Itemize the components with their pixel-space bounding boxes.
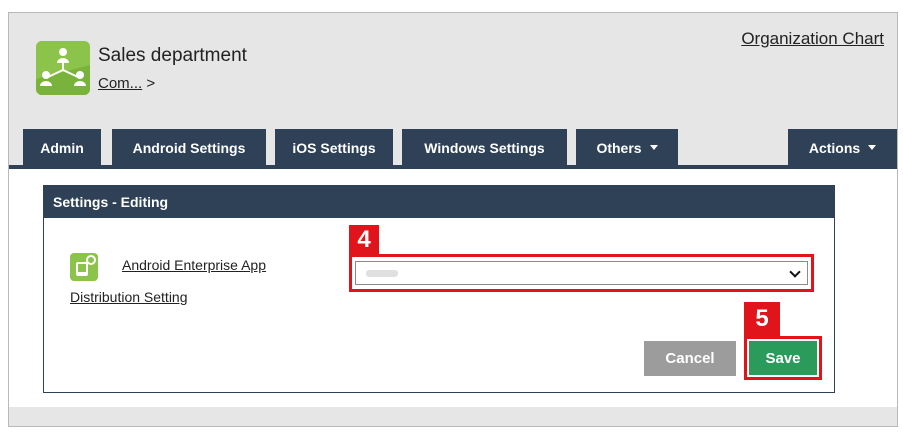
panel-title: Settings - Editing <box>44 186 834 218</box>
save-button[interactable]: Save <box>749 341 817 375</box>
breadcrumb-link[interactable]: Com... <box>98 75 142 92</box>
tab-windows-settings[interactable]: Windows Settings <box>402 129 567 166</box>
tab-label: Actions <box>808 139 861 156</box>
tab-label: Admin <box>40 139 84 156</box>
chevron-down-icon <box>789 266 801 278</box>
tab-label: Windows Settings <box>424 139 545 156</box>
breadcrumb: Com... > <box>98 75 155 92</box>
tab-ios-settings[interactable]: iOS Settings <box>275 129 393 166</box>
setting-name-link[interactable]: Android Enterprise App <box>122 257 266 273</box>
step-5-badge: 5 <box>744 302 780 336</box>
app-distribution-icon <box>70 253 98 281</box>
tab-others[interactable]: Others <box>576 129 678 166</box>
tab-label: iOS Settings <box>292 139 376 156</box>
page-title: Sales department <box>98 45 247 66</box>
caret-down-icon <box>868 145 877 150</box>
tab-android-settings[interactable]: Android Settings <box>112 129 266 166</box>
caret-down-icon <box>649 145 658 150</box>
tab-label: Others <box>596 139 642 156</box>
actions-menu[interactable]: Actions <box>788 129 897 166</box>
select-placeholder-value <box>366 270 398 277</box>
setting-name-link-continued[interactable]: Distribution Setting <box>70 289 188 305</box>
tab-label: Android Settings <box>132 139 246 156</box>
step-4-badge: 4 <box>349 225 379 254</box>
distribution-setting-select[interactable] <box>355 261 808 285</box>
breadcrumb-separator: > <box>146 75 156 92</box>
organization-chart-link[interactable]: Organization Chart <box>741 29 884 49</box>
organization-tree-icon <box>36 41 90 95</box>
tab-admin[interactable]: Admin <box>23 129 101 166</box>
cancel-button[interactable]: Cancel <box>644 341 736 376</box>
